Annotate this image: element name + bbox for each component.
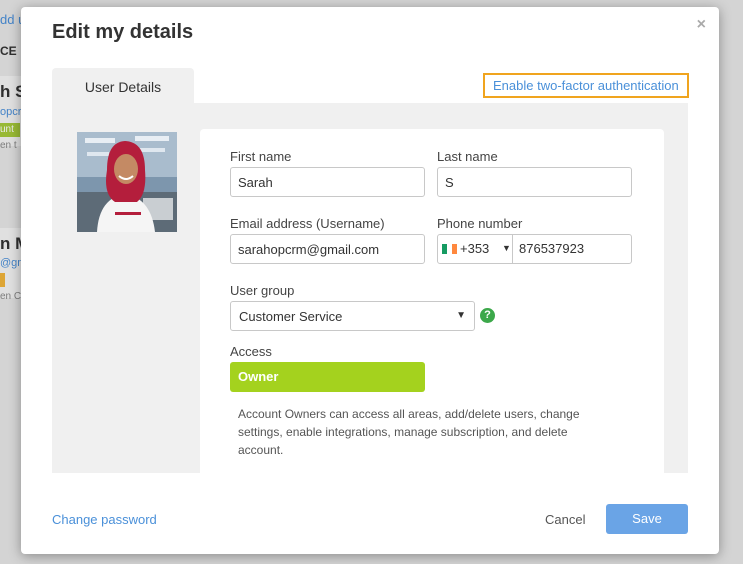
divider [512,235,513,263]
details-form: First name Last name Email address (User… [200,129,664,473]
tab-panel: First name Last name Email address (User… [52,103,688,473]
close-icon[interactable]: × [697,16,706,34]
phone-label: Phone number [437,216,523,231]
dial-code[interactable]: +353 [460,241,489,256]
edit-details-modal: Edit my details × User Details Enable tw… [21,7,719,554]
enable-two-factor-link[interactable]: Enable two-factor authentication [483,73,689,98]
chevron-down-icon: ▼ [456,310,466,321]
phone-number-input[interactable]: 876537923 [519,241,584,256]
user-group-value: Customer Service [239,309,343,324]
access-level-badge: Owner [230,362,425,392]
help-icon[interactable]: ? [480,308,495,323]
last-name-label: Last name [437,149,498,164]
access-label: Access [230,344,272,359]
phone-field[interactable]: +353 ▼ 876537923 [437,234,632,264]
ireland-flag-icon[interactable] [442,244,457,254]
email-input[interactable] [230,234,425,264]
chevron-down-icon[interactable]: ▼ [502,243,511,253]
user-group-label: User group [230,283,295,298]
first-name-input[interactable] [230,167,425,197]
first-name-label: First name [230,149,292,164]
user-group-select[interactable]: Customer Service ▼ [230,301,475,331]
save-button[interactable]: Save [606,504,688,534]
last-name-input[interactable] [437,167,632,197]
access-description: Account Owners can access all areas, add… [238,407,580,457]
cancel-button[interactable]: Cancel [545,512,585,527]
avatar [77,132,177,232]
change-password-link[interactable]: Change password [52,512,157,527]
email-label: Email address (Username) [230,216,385,231]
modal-title: Edit my details [52,21,194,43]
tab-user-details[interactable]: User Details [52,68,194,104]
